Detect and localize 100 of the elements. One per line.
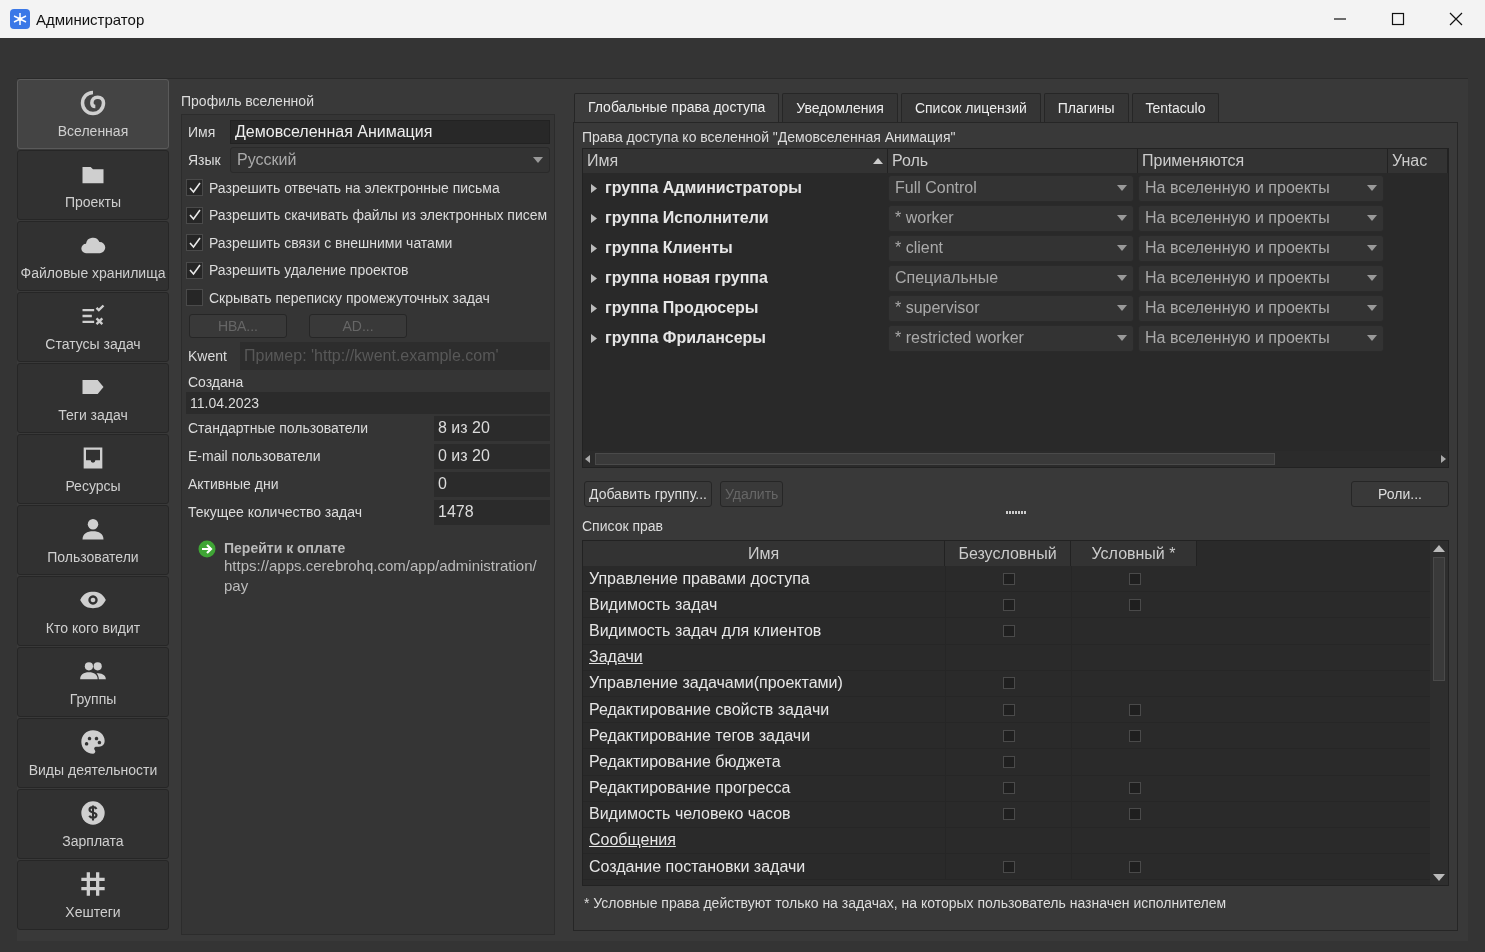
maximize-icon (1391, 12, 1405, 26)
scroll-thumb[interactable] (595, 453, 1275, 465)
checkbox[interactable] (1128, 598, 1141, 611)
role-dropdown[interactable]: * client (888, 234, 1134, 262)
expand-arrow-icon[interactable] (591, 243, 597, 253)
right-name: Редактирование прогресса (588, 778, 792, 799)
checkbox[interactable] (1002, 677, 1015, 690)
hash-icon (79, 870, 107, 898)
checkbox[interactable] (1002, 860, 1015, 873)
scope-dropdown[interactable]: На вселенную и проекты (1138, 174, 1384, 202)
checkbox[interactable] (1128, 572, 1141, 585)
payment-link[interactable]: Перейти к оплате (224, 539, 554, 556)
expand-arrow-icon[interactable] (591, 273, 597, 283)
checkbox[interactable] (1128, 860, 1141, 873)
checkbox[interactable] (1002, 624, 1015, 637)
role-dropdown[interactable]: Full Control (888, 174, 1134, 202)
tab[interactable]: Уведомления (782, 93, 898, 122)
checkbox-label: Разрешить скачивать файлы из электронных писем (209, 207, 548, 224)
expand-arrow-icon[interactable] (591, 303, 597, 313)
scope-dropdown[interactable]: На вселенную и проекты (1138, 204, 1384, 232)
sidebar-item[interactable]: Файловые хранилища (17, 221, 169, 291)
expand-arrow-icon[interactable] (591, 333, 597, 343)
scrollbar[interactable] (1430, 541, 1448, 885)
checkbox[interactable] (1002, 572, 1015, 585)
field-label: Имя (187, 124, 217, 140)
checkbox[interactable] (186, 261, 203, 279)
button[interactable]: Добавить группу... (584, 481, 712, 507)
column-header[interactable]: Применяются (1138, 149, 1388, 173)
expand-arrow-icon[interactable] (591, 183, 597, 193)
sidebar-item[interactable]: Зарплата (17, 789, 169, 859)
right-name: Видимость задач (588, 594, 719, 615)
checkbox[interactable] (1002, 703, 1015, 716)
sidebar-item[interactable]: Группы (17, 647, 169, 717)
column-header[interactable]: Имя (583, 149, 888, 173)
scope-dropdown[interactable]: На вселенную и проекты (1138, 324, 1384, 352)
splitter-handle-icon[interactable] (1005, 511, 1026, 514)
sidebar-item[interactable]: Проекты (17, 150, 169, 220)
scroll-down-icon (1433, 874, 1445, 882)
caret-icon (1117, 305, 1127, 311)
role-dropdown[interactable]: * restricted worker (888, 324, 1134, 352)
column-header[interactable]: Унас (1388, 149, 1448, 173)
column-header[interactable]: Условный * (1071, 541, 1197, 566)
scrollbar[interactable] (583, 451, 1448, 467)
button[interactable]: Роли... (1351, 481, 1449, 507)
tab[interactable]: Плагины (1043, 93, 1129, 122)
section-title: Права доступа ко вселенной "Демовселенная Анимация" (582, 129, 957, 147)
scroll-thumb[interactable] (1433, 557, 1445, 681)
checkmark-icon (188, 236, 201, 249)
scope-dropdown[interactable]: На вселенную и проекты (1138, 234, 1384, 262)
checkbox[interactable] (1128, 808, 1141, 821)
sidebar-item[interactable]: Теги задач (17, 363, 169, 433)
checkbox[interactable] (1002, 755, 1015, 768)
language-dropdown[interactable]: Русский (230, 147, 550, 173)
checkbox[interactable] (186, 179, 203, 197)
sidebar-item[interactable]: Вселенная (17, 79, 169, 149)
group-name: группа Клиенты (605, 239, 733, 257)
scope-dropdown[interactable]: На вселенную и проекты (1138, 264, 1384, 292)
sidebar-item[interactable]: Ресурсы (17, 434, 169, 504)
date-field: 11.04.2023 (186, 391, 550, 414)
caret-icon (1367, 305, 1377, 311)
sidebar-item[interactable]: Статусы задач (17, 292, 169, 362)
section-heading: Задачи (588, 647, 644, 668)
name-field[interactable]: Демовселенная Анимация (230, 120, 550, 144)
checkbox[interactable] (186, 206, 203, 224)
role-dropdown[interactable]: * supervisor (888, 294, 1134, 322)
column-header[interactable]: Роль (888, 149, 1138, 173)
role-dropdown[interactable]: * worker (888, 204, 1134, 232)
checkbox[interactable] (1002, 782, 1015, 795)
checkbox-label: Разрешить удаление проектов (209, 262, 409, 279)
field-label: Kwent (187, 347, 228, 364)
checkbox[interactable] (1128, 782, 1141, 795)
checkbox[interactable] (1002, 729, 1015, 742)
right-name: Редактирование тегов задачи (588, 725, 812, 746)
checkbox[interactable] (1128, 703, 1141, 716)
scope-dropdown[interactable]: На вселенную и проекты (1138, 294, 1384, 322)
stat-label: Стандартные пользователи (187, 420, 370, 436)
checkbox[interactable] (1002, 808, 1015, 821)
role-dropdown[interactable]: Специальные (888, 264, 1134, 292)
scroll-up-icon (1433, 544, 1445, 552)
sidebar-item[interactable]: Кто кого видит (17, 576, 169, 646)
arrow-right-icon (198, 539, 216, 558)
column-header[interactable]: Безусловный (945, 541, 1071, 566)
sidebar-item[interactable]: Пользователи (17, 505, 169, 575)
sidebar-item[interactable]: Виды деятельности (17, 718, 169, 788)
tab[interactable]: Глобальные права доступа (574, 93, 780, 122)
tab[interactable]: Список лицензий (900, 93, 1041, 122)
expand-arrow-icon[interactable] (591, 213, 597, 223)
group-name: группа Исполнители (605, 209, 769, 227)
group-name: группа Администраторы (605, 179, 802, 197)
group-name: группа Продюсеры (605, 299, 759, 317)
section-title: Список прав (582, 517, 665, 536)
sidebar-item[interactable]: Хештеги (17, 860, 169, 930)
checkbox[interactable] (186, 289, 203, 307)
close-icon (1449, 12, 1463, 26)
tab[interactable]: Tentaculo (1131, 93, 1220, 122)
checkbox[interactable] (1128, 729, 1141, 742)
caret-icon (1117, 245, 1127, 251)
column-header[interactable]: Имя (583, 541, 945, 566)
checkbox[interactable] (186, 234, 203, 252)
checkbox[interactable] (1002, 598, 1015, 611)
